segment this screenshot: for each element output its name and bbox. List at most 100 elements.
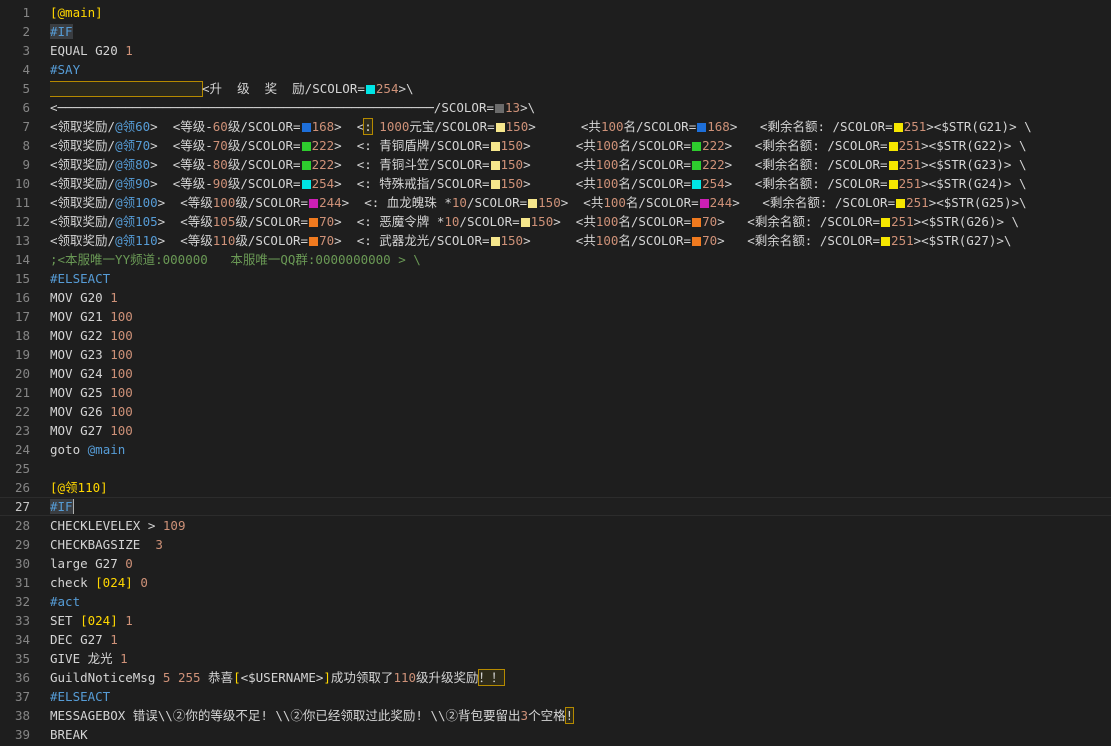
- code-line[interactable]: 19 MOV G23 100: [0, 345, 1111, 364]
- code-token: CHECKLEVELEX >: [50, 518, 163, 533]
- code-line[interactable]: 16 MOV G20 1: [0, 288, 1111, 307]
- code-line[interactable]: 20 MOV G24 100: [0, 364, 1111, 383]
- code-line[interactable]: 36 GuildNoticeMsg 5 255 恭喜[<$USERNAME>]成功…: [0, 668, 1111, 687]
- code-token: MOV G27: [50, 423, 111, 438]
- line-code: <领取奖励/@领90> <等级-90级/SCOLOR= 254> <: 特殊戒指/…: [50, 174, 1111, 193]
- code-line[interactable]: 9 <领取奖励/@领80> <等级-80级/SCOLOR= 222> <: 青铜斗笠…: [0, 155, 1111, 174]
- line-number: 32: [14, 594, 30, 609]
- line-number: 27: [14, 499, 30, 514]
- code-line[interactable]: 21 MOV G25 100: [0, 383, 1111, 402]
- code-line[interactable]: 26 [@领110]: [0, 478, 1111, 497]
- code-line[interactable]: 15 #ELSEACT: [0, 269, 1111, 288]
- code-line[interactable]: 8 <领取奖励/@领70> <等级-70级/SCOLOR= 222> <: 青铜盾牌…: [0, 136, 1111, 155]
- code-line[interactable]: 2 #IF: [0, 22, 1111, 41]
- code-token: ]: [323, 670, 331, 685]
- line-code: #IF: [50, 22, 1111, 41]
- code-token: 150: [505, 119, 529, 134]
- line-code: MOV G22 100: [50, 326, 1111, 345]
- code-line[interactable]: 18 MOV G22 100: [0, 326, 1111, 345]
- code-token: /SCOLOR=: [466, 195, 528, 210]
- code-token: 名/SCOLOR=: [618, 176, 692, 191]
- code-line[interactable]: 6 <──────────────────────────────────────…: [0, 98, 1111, 117]
- code-line[interactable]: 35 GIVE 龙光 1: [0, 649, 1111, 668]
- line-code: <领取奖励/@领110> <等级110级/SCOLOR= 70> <: 武器龙光/…: [50, 231, 1111, 250]
- code-line[interactable]: 10 <领取奖励/@领90> <等级-90级/SCOLOR= 254> <: 特殊戒…: [0, 174, 1111, 193]
- color-swatch: [699, 199, 709, 208]
- line-number: 11: [14, 195, 30, 210]
- color-swatch: [888, 142, 898, 151]
- code-token: 70: [319, 214, 335, 229]
- line-number: 36: [14, 670, 30, 685]
- code-token: 251: [898, 176, 922, 191]
- code-token: @领110: [115, 233, 158, 248]
- code-line[interactable]: 17 MOV G21 100: [0, 307, 1111, 326]
- code-line[interactable]: 33 SET [024] 1: [0, 611, 1111, 630]
- color-swatch: [520, 218, 530, 227]
- code-token: 70: [212, 138, 228, 153]
- highlight-box: [50, 81, 203, 97]
- color-swatch: [301, 161, 311, 170]
- code-line[interactable]: 32 #act: [0, 592, 1111, 611]
- code-token: > <: 特殊戒指/SCOLOR=: [334, 176, 490, 191]
- code-line[interactable]: 23 MOV G27 100: [0, 421, 1111, 440]
- code-token: 100: [600, 119, 624, 134]
- code-line[interactable]: 5 <升 级 奖 励/SCOLOR= 254>\: [0, 79, 1111, 98]
- code-line[interactable]: 7 <领取奖励/@领60> <等级-60级/SCOLOR= 168> <: 1000…: [0, 117, 1111, 136]
- code-token: MOV G25: [50, 385, 111, 400]
- color-swatch: [881, 237, 891, 246]
- code-line[interactable]: 1 [@main]: [0, 3, 1111, 22]
- line-code: MOV G27 100: [50, 421, 1111, 440]
- line-number: 3: [22, 43, 30, 58]
- line-number: 14: [14, 252, 30, 267]
- code-line[interactable]: 37 #ELSEACT: [0, 687, 1111, 706]
- code-line[interactable]: 14 ;<本服唯一YY频道:000000 本服唯一QQ群:0000000000 >…: [0, 250, 1111, 269]
- code-line[interactable]: 31 check [024] 0: [0, 573, 1111, 592]
- code-token: ><$STR(G21)> \: [926, 119, 1032, 134]
- code-token: 251: [898, 157, 922, 172]
- code-token: > <: 恶魔令牌 *: [334, 214, 445, 229]
- code-token: 个空格: [528, 708, 566, 723]
- code-token: 1: [110, 290, 118, 305]
- code-token: 109: [162, 518, 186, 533]
- line-code: GIVE 龙光 1: [50, 649, 1111, 668]
- code-token: :: [363, 118, 373, 135]
- code-line[interactable]: 12 <领取奖励/@领105> <等级105级/SCOLOR= 70> <: 恶魔令…: [0, 212, 1111, 231]
- code-line[interactable]: 22 MOV G26 100: [0, 402, 1111, 421]
- line-code: <领取奖励/@领70> <等级-70级/SCOLOR= 222> <: 青铜盾牌/…: [50, 136, 1111, 155]
- code-token: MOV G23: [50, 347, 111, 362]
- code-token: 1: [110, 632, 118, 647]
- line-code: #act: [50, 592, 1111, 611]
- code-line[interactable]: 34 DEC G27 1: [0, 630, 1111, 649]
- code-token: check: [50, 575, 96, 590]
- code-token: MOV G21: [50, 309, 111, 324]
- code-token: SET: [50, 613, 81, 628]
- color-swatch: [495, 123, 505, 132]
- code-line[interactable]: 11 <领取奖励/@领100> <等级100级/SCOLOR= 244> <: 血龙…: [0, 193, 1111, 212]
- code-editor[interactable]: 1 [@main] 2 #IF 3 EQUAL G20 1 4 #SAY 5 <升 级 奖 励/S…: [0, 0, 1111, 746]
- code-line[interactable]: 30 large G27 0: [0, 554, 1111, 573]
- code-line[interactable]: 24 goto @main: [0, 440, 1111, 459]
- code-token: 168: [707, 119, 730, 134]
- code-token: 150: [500, 233, 524, 248]
- code-line[interactable]: 27 #IF: [0, 497, 1111, 516]
- code-token: > <等级-: [150, 138, 213, 153]
- code-line[interactable]: 39 BREAK: [0, 725, 1111, 744]
- code-line[interactable]: 28 CHECKLEVELEX > 109: [0, 516, 1111, 535]
- code-line[interactable]: 4 #SAY: [0, 60, 1111, 79]
- code-token: >\: [520, 100, 536, 115]
- code-line[interactable]: 25: [0, 459, 1111, 478]
- code-line[interactable]: 3 EQUAL G20 1: [0, 41, 1111, 60]
- code-line[interactable]: 13 <领取奖励/@领110> <等级110级/SCOLOR= 70> <: 武器龙…: [0, 231, 1111, 250]
- code-token: !: [564, 707, 575, 724]
- code-token: > <: 武器龙光/SCOLOR=: [334, 233, 490, 248]
- line-code: #SAY: [50, 60, 1111, 79]
- line-number: 10: [14, 176, 30, 191]
- code-token: > <剩余名额: /SCOLOR=: [717, 214, 881, 229]
- code-token: 251: [891, 214, 914, 229]
- line-code: CHECKLEVELEX > 109: [50, 516, 1111, 535]
- line-number: 22: [14, 404, 30, 419]
- code-token: 1: [120, 651, 128, 666]
- code-line[interactable]: 29 CHECKBAGSIZE 3: [0, 535, 1111, 554]
- code-token: [: [233, 670, 241, 685]
- code-line[interactable]: 38 MESSAGEBOX 错误\\②你的等级不足! \\②你已经领取过此奖励! …: [0, 706, 1111, 725]
